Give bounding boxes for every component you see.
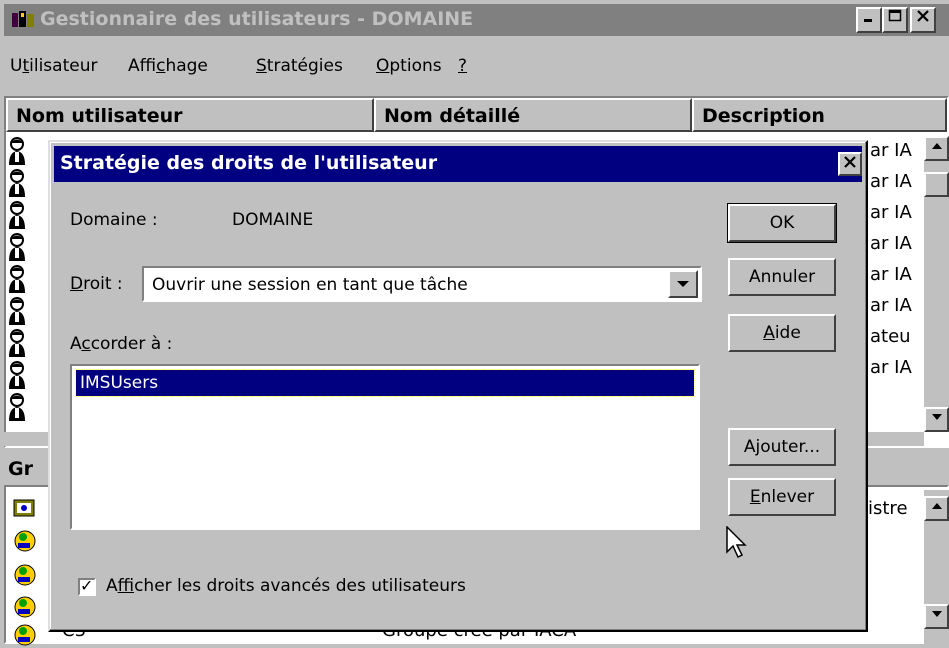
column-header-username[interactable]: Nom utilisateur	[6, 98, 374, 132]
group-list-scrollbar[interactable]	[924, 490, 949, 644]
grant-label: Accorder à :	[70, 334, 173, 354]
right-select-value: Ouvrir une session en tant que tâche	[152, 275, 468, 295]
mouse-cursor-icon	[726, 526, 747, 559]
scroll-up-button[interactable]	[924, 136, 949, 161]
user-description-cell: ar IA	[870, 264, 912, 285]
group-icon	[13, 499, 35, 517]
grant-list-item[interactable]: IMSUsers	[75, 369, 695, 397]
user-icon	[9, 329, 25, 357]
groups-header: Gr	[8, 458, 33, 480]
group-icon	[14, 564, 36, 586]
domain-label: Domaine :	[70, 210, 158, 230]
dropdown-button[interactable]	[668, 270, 698, 298]
dialog-title: Stratégie des droits de l'utilisateur	[60, 152, 438, 174]
arrow-up-icon	[931, 503, 942, 509]
right-select[interactable]: Ouvrir une session en tant que tâche	[142, 266, 702, 302]
grant-list[interactable]: IMSUsers	[70, 364, 700, 530]
group-icon	[14, 530, 36, 552]
main-titlebar[interactable]: Gestionnaire des utilisateurs - DOMAINE	[4, 4, 949, 36]
menu-affichage[interactable]: Affichage	[128, 56, 208, 76]
user-description-cell: ar IA	[870, 171, 912, 192]
checkmark-icon: ✓	[80, 576, 94, 595]
user-description-cell: ar IA	[870, 202, 912, 223]
advanced-rights-label[interactable]: Afficher les droits avancés des utilisat…	[106, 576, 466, 596]
help-button[interactable]: Aide	[728, 314, 836, 352]
menu-strategies[interactable]: Stratégies	[256, 56, 343, 76]
remove-button[interactable]: Enlever	[728, 478, 836, 516]
minimize-button[interactable]	[856, 7, 882, 33]
maximize-button[interactable]	[882, 7, 908, 33]
main-window-title: Gestionnaire des utilisateurs - DOMAINE	[40, 8, 474, 30]
user-icon	[9, 201, 25, 229]
user-icon	[9, 297, 25, 325]
cancel-button[interactable]: Annuler	[728, 258, 836, 296]
group-description-fragment: istre	[868, 498, 908, 519]
menu-help[interactable]: ?	[458, 56, 467, 76]
menu-options[interactable]: Options	[376, 56, 442, 76]
minimize-icon	[864, 19, 872, 22]
scroll-thumb[interactable]	[924, 172, 949, 197]
scroll-down-button[interactable]	[924, 407, 949, 432]
arrow-down-icon	[931, 414, 942, 420]
right-label: Droit :	[70, 274, 123, 294]
arrow-down-icon	[931, 611, 942, 617]
user-description-cell: ateu	[870, 326, 911, 347]
user-description-cell: ar IA	[870, 140, 912, 161]
close-icon	[917, 10, 929, 22]
advanced-rights-checkbox[interactable]: ✓	[78, 576, 96, 596]
user-icon	[9, 169, 25, 197]
user-description-cell: ar IA	[870, 233, 912, 254]
arrow-up-icon	[931, 143, 942, 149]
group-icon	[14, 596, 36, 618]
user-icon	[9, 233, 25, 261]
user-icon	[9, 393, 25, 421]
user-list-scrollbar[interactable]	[924, 136, 949, 432]
close-icon	[844, 156, 856, 168]
group-icon	[14, 624, 36, 646]
user-manager-icon	[12, 11, 34, 27]
scroll-down-button[interactable]	[924, 604, 949, 629]
column-header-fullname[interactable]: Nom détaillé	[374, 98, 692, 132]
domain-value: DOMAINE	[232, 210, 314, 230]
user-icon	[9, 265, 25, 293]
user-icon	[9, 361, 25, 389]
ok-button[interactable]: OK	[727, 203, 837, 243]
user-description-cell: ar IA	[870, 357, 912, 378]
column-header-description[interactable]: Description	[692, 98, 947, 132]
scroll-up-button[interactable]	[924, 496, 949, 521]
user-icon	[9, 137, 25, 165]
menu-utilisateur[interactable]: Utilisateur	[10, 56, 97, 76]
maximize-icon	[888, 9, 902, 22]
user-description-cell: ar IA	[870, 295, 912, 316]
dialog-close-button[interactable]	[838, 152, 862, 176]
chevron-down-icon	[677, 281, 689, 287]
dialog-titlebar[interactable]: Stratégie des droits de l'utilisateur	[54, 146, 862, 182]
close-window-button[interactable]	[910, 7, 936, 33]
add-button[interactable]: Ajouter...	[728, 428, 836, 466]
